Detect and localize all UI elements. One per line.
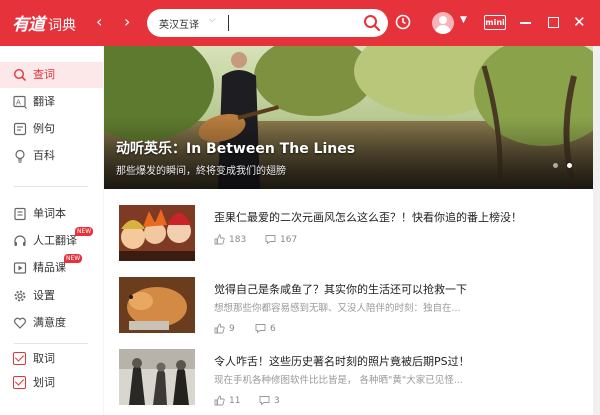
sidebar: 查词 A 翻译 例句 百科 单词本 人工翻译 NEW 精品课 NEW 设置 满意… bbox=[0, 46, 103, 415]
sidebar-item-settings[interactable]: 设置 bbox=[0, 283, 103, 309]
feed-card[interactable]: 令人咋舌！这些历史著名时刻的照片竟被后期PS过！ 现在手机各种修图软件比比皆是，… bbox=[104, 333, 593, 406]
sidebar-item-label: 满意度 bbox=[33, 316, 66, 329]
sidebar-item-label: 划词 bbox=[33, 376, 55, 389]
sidebar-item-examples[interactable]: 例句 bbox=[0, 116, 103, 142]
course-icon bbox=[13, 262, 27, 274]
sidebar-item-translate[interactable]: A 翻译 bbox=[0, 89, 103, 115]
sidebar-item-select-word[interactable]: 划词 bbox=[0, 370, 103, 396]
maximize-icon[interactable] bbox=[548, 17, 559, 28]
new-badge: NEW bbox=[64, 254, 83, 263]
sidebar-item-label: 单词本 bbox=[33, 207, 66, 220]
article-excerpt: 现在手机各种修图软件比比皆是， 各种晒"黄"大家已见怪... bbox=[214, 375, 463, 386]
scrollbar[interactable] bbox=[593, 46, 600, 415]
banner-subtitle: 那些爆发的瞬间，終将变成我们的翅膀 bbox=[116, 166, 286, 177]
comment-count: 167 bbox=[280, 235, 298, 245]
comment-icon[interactable] bbox=[259, 395, 270, 406]
banner-title[interactable]: 动听英乐：In Between The Lines bbox=[116, 138, 355, 158]
svg-text:A: A bbox=[16, 99, 21, 107]
sidebar-item-label: 人工翻译 bbox=[33, 234, 77, 247]
title-bar: 有道 词典 ‹ › 英汉互译 ⌵ ▼ mini ✕ bbox=[0, 0, 600, 46]
wordbook-icon bbox=[14, 207, 26, 221]
like-count: 183 bbox=[229, 235, 247, 245]
translate-mode-select[interactable]: 英汉互译 bbox=[159, 16, 199, 31]
sidebar-item-label: 查词 bbox=[33, 68, 55, 81]
sidebar-item-human-translation[interactable]: 人工翻译 NEW bbox=[0, 227, 103, 254]
sidebar-item-encyclopedia[interactable]: 百科 bbox=[0, 143, 103, 169]
back-button[interactable]: ‹ bbox=[96, 13, 102, 31]
carousel-dot-active[interactable] bbox=[567, 163, 572, 168]
checkbox-icon[interactable] bbox=[13, 376, 26, 389]
checkbox-icon[interactable] bbox=[13, 352, 26, 365]
sidebar-item-capture-word[interactable]: 取词 bbox=[0, 346, 103, 372]
history-icon[interactable] bbox=[394, 13, 412, 31]
sidebar-item-label: 设置 bbox=[33, 289, 55, 302]
sidebar-item-lookup[interactable]: 查词 bbox=[0, 62, 103, 88]
article-thumbnail bbox=[119, 277, 195, 333]
sidebar-item-label: 百科 bbox=[33, 149, 55, 162]
comment-count: 3 bbox=[274, 396, 280, 406]
hero-banner[interactable]: 动听英乐：In Between The Lines 那些爆发的瞬间，終将变成我们… bbox=[104, 46, 593, 189]
avatar[interactable] bbox=[432, 12, 454, 34]
headset-icon bbox=[14, 235, 26, 246]
article-title[interactable]: 歪果仁最爱的二次元画风怎么这么歪？！快看你追的番上榜没！ bbox=[214, 209, 522, 225]
sidebar-item-label: 取词 bbox=[33, 352, 55, 365]
logo-text: 有道 bbox=[12, 15, 45, 35]
bulb-icon bbox=[15, 149, 25, 163]
article-title[interactable]: 觉得自己是条咸鱼了？其实你的生活还可以抢救一下 bbox=[214, 281, 467, 297]
article-title[interactable]: 令人咋舌！这些历史著名时刻的照片竟被后期PS过！ bbox=[214, 353, 470, 369]
sidebar-item-wordbook[interactable]: 单词本 bbox=[0, 201, 103, 227]
article-thumbnail bbox=[119, 349, 195, 405]
search-icon bbox=[13, 68, 27, 82]
thumbs-up-icon[interactable] bbox=[214, 395, 225, 406]
gear-icon bbox=[14, 290, 26, 302]
feed-card[interactable]: 觉得自己是条咸鱼了？其实你的生活还可以抢救一下 想想那些你都容易感到无聊、又没人… bbox=[104, 261, 593, 334]
heart-icon bbox=[14, 317, 26, 329]
feed-card[interactable]: 歪果仁最爱的二次元画风怎么这么歪？！快看你追的番上榜没！ 183 167 bbox=[104, 189, 593, 261]
minimize-icon[interactable] bbox=[520, 22, 531, 24]
thumbs-up-icon[interactable] bbox=[214, 234, 225, 245]
sidebar-divider bbox=[14, 186, 88, 187]
search-bar: 英汉互译 ⌵ bbox=[147, 9, 388, 37]
mini-mode-button[interactable]: mini bbox=[484, 15, 506, 30]
sidebar-divider bbox=[14, 343, 88, 344]
logo-subtext: 词典 bbox=[48, 18, 76, 34]
example-icon bbox=[13, 122, 27, 136]
sidebar-item-label: 精品课 bbox=[33, 261, 66, 274]
app-logo: 有道 词典 bbox=[12, 10, 76, 35]
chevron-down-icon[interactable]: ⌵ bbox=[209, 15, 216, 25]
article-feed: 歪果仁最爱的二次元画风怎么这么歪？！快看你追的番上榜没！ 183 167 觉得自… bbox=[104, 189, 593, 415]
forward-button[interactable]: › bbox=[124, 13, 130, 31]
carousel-dot[interactable] bbox=[553, 163, 558, 168]
comment-icon[interactable] bbox=[265, 234, 276, 245]
like-count: 11 bbox=[229, 396, 241, 406]
article-excerpt: 想想那些你都容易感到无聊、又没人陪伴的时刻：独自在... bbox=[214, 303, 461, 314]
sidebar-item-label: 翻译 bbox=[33, 95, 55, 108]
translate-icon: A bbox=[13, 95, 27, 109]
sidebar-item-courses[interactable]: 精品课 NEW bbox=[0, 254, 103, 281]
sidebar-item-label: 例句 bbox=[33, 122, 55, 135]
close-icon[interactable]: ✕ bbox=[573, 14, 586, 30]
search-icon[interactable] bbox=[362, 13, 382, 33]
sidebar-item-satisfaction[interactable]: 满意度 bbox=[0, 310, 103, 336]
new-badge: NEW bbox=[75, 227, 94, 236]
article-thumbnail bbox=[119, 205, 195, 261]
search-input[interactable] bbox=[228, 15, 229, 31]
account-chevron-icon[interactable]: ▼ bbox=[460, 15, 467, 25]
